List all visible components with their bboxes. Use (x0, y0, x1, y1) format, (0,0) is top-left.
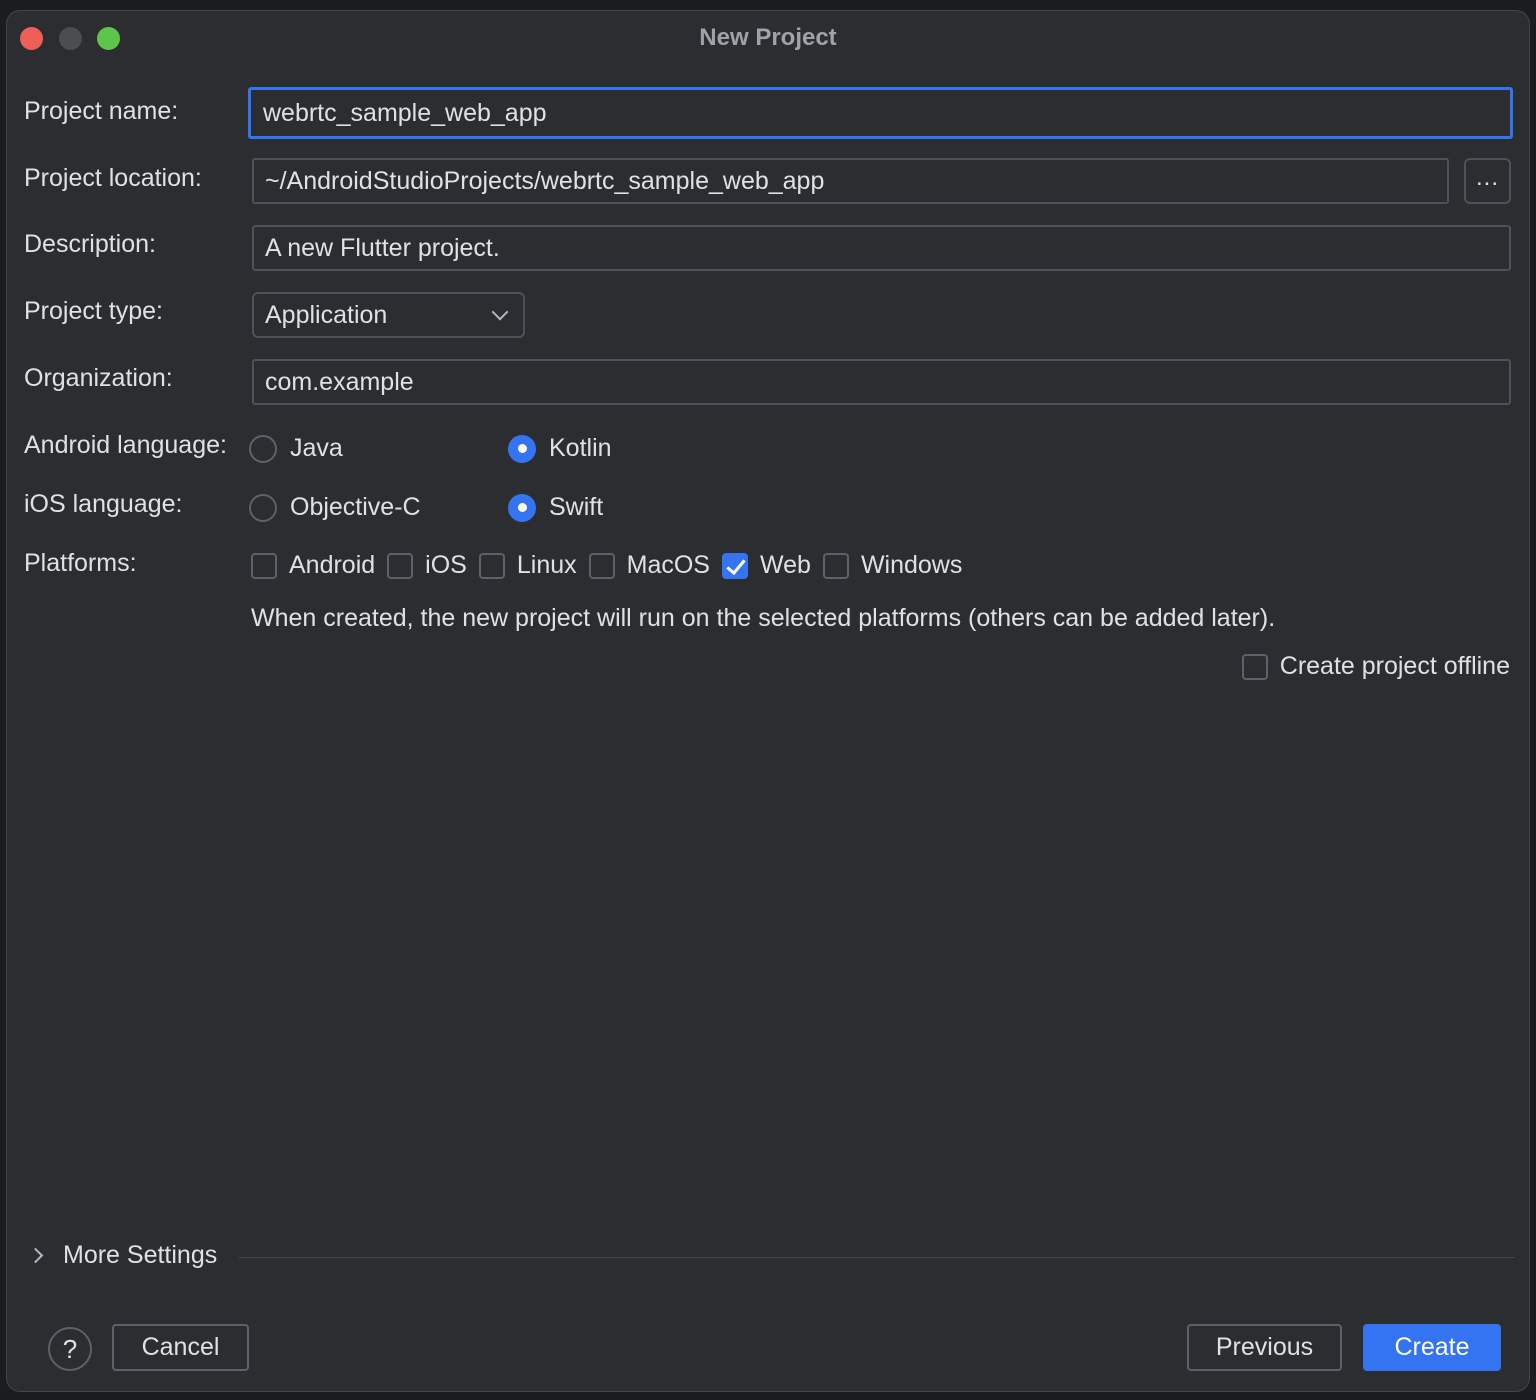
cancel-button[interactable]: Cancel (112, 1324, 249, 1371)
chevron-right-icon (27, 1247, 44, 1264)
description-input[interactable]: A new Flutter project. (252, 225, 1511, 271)
linux-checkbox[interactable] (478, 552, 505, 579)
title-bar: New Project (7, 11, 1529, 61)
create-offline-checkbox[interactable] (1241, 653, 1268, 680)
java-radio[interactable] (249, 434, 277, 463)
ios-checkbox[interactable] (387, 552, 414, 579)
windows-checkbox-label: Windows (860, 551, 963, 579)
platforms-hint: When created, the new project will run o… (251, 604, 1276, 632)
project-name-input[interactable]: webrtc_sample_web_app (248, 87, 1513, 139)
create-offline-option[interactable]: Create project offline (1241, 652, 1510, 681)
description-label: Description: (24, 230, 156, 258)
project-name-value: webrtc_sample_web_app (263, 98, 547, 127)
platform-android[interactable]: Android (251, 551, 375, 580)
description-value: A new Flutter project. (265, 233, 500, 262)
swift-radio[interactable] (508, 493, 536, 522)
platform-linux[interactable]: Linux (478, 551, 577, 580)
linux-checkbox-label: Linux (516, 551, 577, 579)
platform-macos[interactable]: MacOS (588, 551, 710, 580)
java-radio-label: Java (290, 434, 343, 462)
objective-c-radio-label: Objective-C (290, 493, 421, 521)
platforms-label: Platforms: (24, 549, 137, 577)
ios-checkbox-label: iOS (425, 551, 467, 579)
android-language-label: Android language: (24, 431, 227, 459)
web-checkbox-label: Web (759, 551, 811, 579)
more-settings-toggle[interactable]: More Settings (27, 1241, 218, 1270)
previous-button[interactable]: Previous (1187, 1324, 1342, 1371)
project-name-label: Project name: (24, 97, 179, 125)
organization-label: Organization: (24, 364, 173, 392)
objective-c-radio[interactable] (249, 493, 277, 522)
project-location-value: ~/AndroidStudioProjects/webrtc_sample_we… (265, 166, 825, 195)
create-offline-label: Create project offline (1279, 652, 1510, 680)
macos-checkbox-label: MacOS (626, 551, 710, 579)
browse-location-button[interactable]: ... (1464, 158, 1511, 204)
more-settings-divider (239, 1257, 1515, 1258)
create-button[interactable]: Create (1363, 1324, 1501, 1371)
chevron-down-icon (491, 303, 509, 321)
kotlin-radio-label: Kotlin (549, 434, 612, 462)
web-checkbox[interactable] (721, 552, 748, 579)
more-settings-label: More Settings (63, 1241, 218, 1269)
android-language-java-option[interactable]: Java (249, 434, 343, 463)
new-project-dialog: New Project Project name: webrtc_sample_… (6, 10, 1530, 1392)
project-type-value: Application (265, 300, 388, 329)
kotlin-radio[interactable] (508, 434, 536, 463)
project-location-input[interactable]: ~/AndroidStudioProjects/webrtc_sample_we… (252, 158, 1449, 204)
ios-language-label: iOS language: (24, 490, 183, 518)
help-button[interactable]: ? (48, 1327, 92, 1371)
organization-value: com.example (265, 367, 414, 396)
platforms-group: Android iOS Linux MacOS Web Windows (251, 551, 974, 580)
platform-ios[interactable]: iOS (387, 551, 467, 580)
swift-radio-label: Swift (549, 493, 604, 521)
project-type-dropdown[interactable]: Application (252, 292, 525, 338)
windows-checkbox[interactable] (822, 552, 849, 579)
platform-windows[interactable]: Windows (822, 551, 963, 580)
project-type-label: Project type: (24, 297, 163, 325)
organization-input[interactable]: com.example (252, 359, 1511, 405)
android-checkbox-label: Android (289, 551, 376, 579)
macos-checkbox[interactable] (588, 552, 615, 579)
android-language-kotlin-option[interactable]: Kotlin (508, 434, 612, 463)
platform-web[interactable]: Web (721, 551, 811, 580)
window-title: New Project (699, 24, 837, 51)
ios-language-swift-option[interactable]: Swift (508, 493, 603, 522)
project-location-label: Project location: (24, 164, 202, 192)
android-checkbox[interactable] (251, 552, 277, 579)
ios-language-objc-option[interactable]: Objective-C (249, 493, 421, 522)
